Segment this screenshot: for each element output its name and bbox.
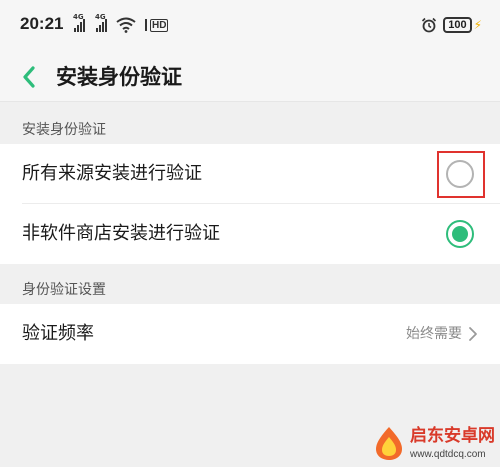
- option-label: 所有来源安装进行验证: [22, 163, 202, 184]
- verification-frequency-row[interactable]: 验证频率 始终需要: [0, 304, 500, 364]
- hd-label: HD: [150, 18, 169, 32]
- hd-icon: HD: [143, 18, 169, 32]
- chevron-left-icon[interactable]: [18, 62, 42, 92]
- battery-icon: 100: [443, 17, 472, 33]
- watermark: 启东安卓网 www.qdtdcq.com: [362, 416, 500, 467]
- watermark-name: 启东安卓网: [410, 426, 495, 446]
- signal-icon: 4G: [73, 13, 85, 32]
- alarm-icon: [422, 17, 437, 33]
- section-header-verification-settings: 身份验证设置: [22, 282, 106, 298]
- radio-dot: [452, 226, 468, 242]
- frequency-label: 验证频率: [22, 323, 94, 344]
- watermark-url: www.qdtdcq.com: [410, 449, 486, 460]
- title-bar: 安装身份验证: [0, 52, 500, 102]
- watermark-logo-icon: [376, 427, 402, 460]
- radio-unselected[interactable]: [446, 160, 474, 188]
- signal-network-tag: 4G: [73, 13, 84, 21]
- page-title: 安装身份验证: [56, 65, 182, 89]
- status-bar: 20:21 4G 4G HD 100 ⚡: [0, 0, 500, 52]
- wifi-icon: [116, 17, 136, 33]
- radio-selected[interactable]: [446, 220, 474, 248]
- section-header-install-verification: 安装身份验证: [22, 122, 106, 138]
- chevron-right-icon: [469, 327, 477, 341]
- option-non-store-verify[interactable]: 非软件商店安装进行验证: [0, 204, 500, 264]
- signal-icon: 4G: [95, 13, 107, 32]
- option-label: 非软件商店安装进行验证: [22, 223, 220, 244]
- option-all-sources-verify[interactable]: 所有来源安装进行验证: [0, 144, 500, 204]
- frequency-value: 始终需要: [406, 326, 462, 342]
- charging-icon: ⚡: [473, 18, 482, 32]
- status-icons-left: 4G 4G HD: [72, 13, 169, 36]
- status-time: 20:21: [20, 14, 64, 33]
- status-icons-right: 100 ⚡: [421, 14, 482, 36]
- signal-network-tag: 4G: [95, 13, 106, 21]
